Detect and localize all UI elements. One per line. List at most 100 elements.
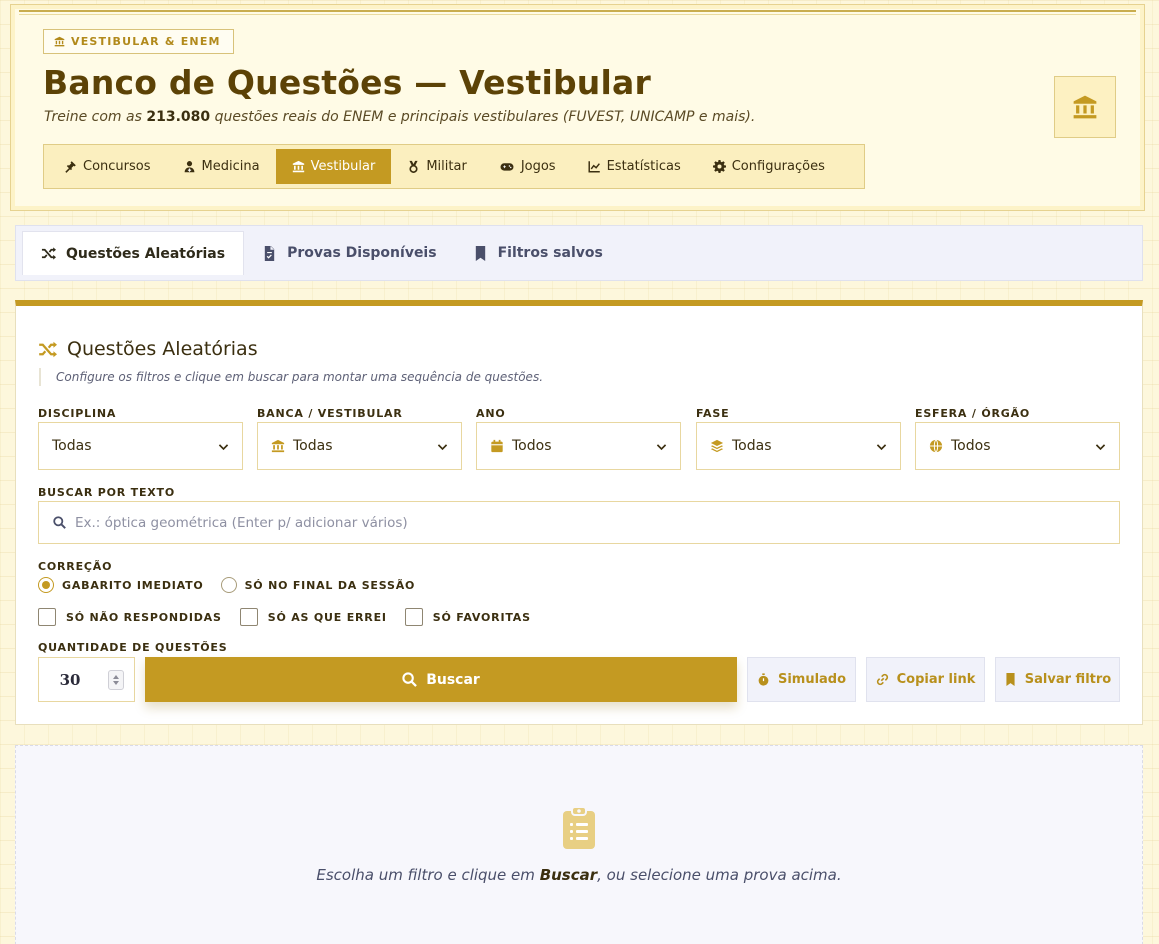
select-value: Todos	[512, 438, 552, 454]
link-icon	[876, 673, 888, 686]
subtitle-prefix: Treine com as	[44, 109, 142, 125]
stepper-arrows[interactable]	[108, 669, 124, 690]
nav-item-configuracoes[interactable]: Configurações	[697, 149, 841, 184]
nav-item-militar[interactable]: Militar	[391, 149, 482, 184]
bookmark-icon	[1006, 673, 1015, 686]
radio-final-sessao[interactable]: SÓ NO FINAL DA SESSÃO	[220, 577, 416, 593]
checkbox-que-errei[interactable]: SÓ AS QUE ERREI	[239, 608, 387, 626]
institution-icon	[292, 160, 304, 173]
filter-panel: Questões Aleatórias Configure os filtros…	[15, 300, 1143, 725]
clipboard-list-icon	[563, 806, 595, 849]
panel-title: Questões Aleatórias	[38, 338, 258, 360]
filter-label-banca: BANCA / VESTIBULAR	[257, 407, 403, 420]
checkbox-box	[239, 608, 258, 626]
chevron-down-icon	[218, 443, 229, 450]
checkbox-favoritas[interactable]: SÓ FAVORITAS	[404, 608, 531, 626]
chevron-down-icon	[437, 443, 448, 450]
select-value: Todas	[293, 438, 333, 454]
nav-item-estatisticas[interactable]: Estatísticas	[572, 149, 697, 184]
quantity-value[interactable]: 30	[39, 671, 101, 689]
correction-label: CORREÇÃO	[38, 560, 113, 573]
esfera-select[interactable]: Todos	[915, 422, 1120, 470]
ano-select[interactable]: Todos	[476, 422, 681, 470]
fase-select[interactable]: Todas	[696, 422, 901, 470]
header-top-rule-thin	[19, 14, 1136, 15]
checkbox-box	[404, 608, 423, 626]
panel-title-text: Questões Aleatórias	[67, 338, 258, 360]
disciplina-select[interactable]: Todas	[38, 422, 243, 470]
save-filter-button[interactable]: Salvar filtro	[995, 657, 1120, 702]
nav-label: Vestibular	[310, 159, 376, 174]
nav-item-jogos[interactable]: Jogos	[483, 149, 572, 184]
radio-indicator	[220, 577, 237, 593]
search-label: BUSCAR POR TEXTO	[38, 486, 175, 499]
page-subtitle: Treine com as 213.080 questões reais do …	[44, 109, 755, 125]
nav-label: Jogos	[520, 159, 556, 174]
nav-item-concursos[interactable]: Concursos	[48, 149, 167, 184]
checkbox-label: SÓ NÃO RESPONDIDAS	[66, 610, 222, 624]
select-value: Todos	[951, 438, 991, 454]
nav-item-vestibular[interactable]: Vestibular	[275, 149, 392, 184]
empty-text-suffix: , ou selecione uma prova acima.	[597, 866, 842, 884]
badge-label: VESTIBULAR & ENEM	[71, 35, 221, 48]
checkbox-nao-respondidas[interactable]: SÓ NÃO RESPONDIDAS	[38, 608, 222, 626]
checkbox-label: SÓ FAVORITAS	[432, 610, 531, 624]
search-icon	[53, 516, 66, 529]
gear-icon	[712, 160, 726, 173]
search-button[interactable]: Buscar	[145, 657, 737, 702]
filter-label-esfera: ESFERA / ÓRGÃO	[915, 407, 1031, 420]
file-icon	[264, 245, 275, 261]
nav-label: Configurações	[731, 159, 825, 174]
institution-icon	[271, 439, 285, 453]
nav-label: Concursos	[83, 159, 151, 174]
copy-link-label: Copiar link	[896, 672, 976, 687]
tab-label: Filtros salvos	[497, 245, 603, 261]
question-count: 213.080	[146, 109, 211, 125]
category-badge: VESTIBULAR & ENEM	[43, 29, 234, 54]
empty-text-bold: Buscar	[539, 866, 598, 884]
doctor-icon	[184, 161, 194, 173]
tab-filtros-salvos[interactable]: Filtros salvos	[455, 231, 621, 275]
page-title: Banco de Questões — Vestibular	[43, 63, 651, 102]
radio-indicator	[38, 577, 54, 593]
simulado-label: Simulado	[777, 672, 847, 687]
section-nav: Concursos Medicina Vestibular Militar Jo…	[43, 144, 865, 189]
panel-hint: Configure os filtros e clique em buscar …	[39, 368, 543, 386]
tab-provas-disponiveis[interactable]: Provas Disponíveis	[244, 231, 454, 275]
stopwatch-icon	[758, 673, 769, 686]
institution-icon	[54, 36, 65, 47]
layers-icon	[710, 439, 724, 453]
copy-link-button[interactable]: Copiar link	[866, 657, 985, 702]
nav-label: Estatísticas	[606, 159, 681, 174]
banca-select[interactable]: Todas	[257, 422, 462, 470]
nav-item-medicina[interactable]: Medicina	[167, 149, 276, 184]
search-button-label: Buscar	[426, 671, 480, 688]
select-value: Todas	[732, 438, 772, 454]
chevron-down-icon	[656, 443, 667, 450]
shuffle-icon	[39, 341, 57, 357]
tab-bar: Questões Aleatórias Provas Disponíveis F…	[15, 225, 1143, 281]
search-field[interactable]	[38, 501, 1120, 544]
chart-line-icon	[588, 161, 600, 173]
radio-label: GABARITO IMEDIATO	[62, 578, 204, 592]
quantity-stepper[interactable]: 30	[38, 657, 135, 702]
tab-label: Questões Aleatórias	[66, 245, 226, 262]
empty-state-message: Escolha um filtro e clique em Buscar, ou…	[16, 866, 1142, 884]
filter-checkboxes: SÓ NÃO RESPONDIDAS SÓ AS QUE ERREI SÓ FA…	[38, 608, 549, 626]
radio-gabarito-imediato[interactable]: GABARITO IMEDIATO	[38, 577, 204, 593]
tab-questoes-aleatorias[interactable]: Questões Aleatórias	[22, 231, 245, 275]
filter-label-fase: FASE	[696, 407, 730, 420]
shuffle-icon	[41, 247, 56, 260]
chevron-down-icon	[1095, 443, 1106, 450]
gavel-icon	[65, 161, 76, 173]
chevron-down-icon	[876, 443, 887, 450]
checkbox-box	[38, 608, 56, 626]
medal-icon	[409, 160, 418, 173]
gamepad-icon	[500, 163, 514, 171]
filter-label-ano: ANO	[476, 407, 506, 420]
bookmark-icon	[475, 245, 485, 261]
search-input[interactable]	[75, 514, 1119, 531]
simulado-button[interactable]: Simulado	[747, 657, 856, 702]
header-emblem	[1054, 76, 1116, 138]
page-header: VESTIBULAR & ENEM Banco de Questões — Ve…	[10, 4, 1145, 211]
